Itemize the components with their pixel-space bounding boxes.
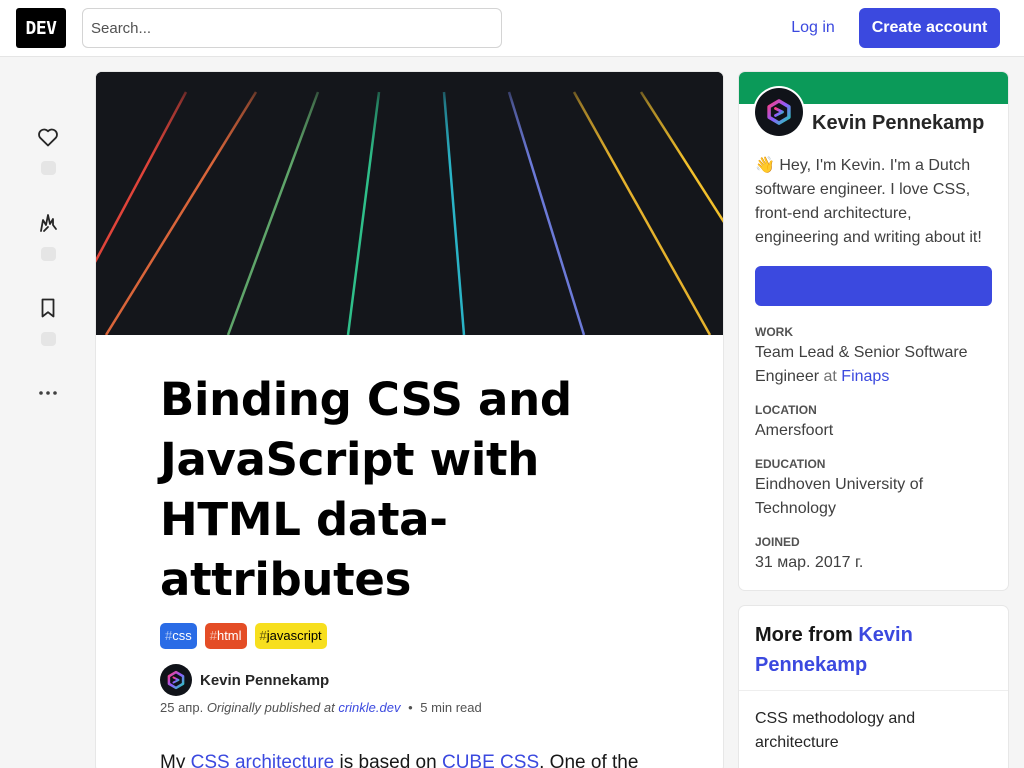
create-account-button[interactable]: Create account: [859, 8, 1000, 48]
education-value: Eindhoven University of Technology: [755, 476, 924, 517]
tag-javascript[interactable]: #javascript: [254, 623, 327, 649]
body-text: . One of the: [539, 752, 639, 768]
more-from-card: More from Kevin Pennekamp CSS methodolog…: [739, 606, 1008, 768]
body-text: My: [160, 752, 191, 768]
article-title: Binding CSS and JavaScript with HTML dat…: [160, 373, 572, 606]
unicorn-reaction[interactable]: [30, 205, 66, 261]
tag-hash: #: [259, 628, 267, 643]
work-at: at: [823, 368, 837, 385]
follow-button[interactable]: [755, 266, 992, 306]
author-name[interactable]: Kevin Pennekamp: [200, 672, 329, 689]
originally-published-text: Originally published at: [206, 700, 335, 715]
top-header: DEV Log in Create account: [0, 0, 1024, 57]
css-architecture-link[interactable]: CSS architecture: [191, 752, 335, 768]
tag-hash: #: [209, 628, 217, 643]
tag-hash: #: [165, 628, 173, 643]
location-label: LOCATION: [755, 403, 817, 417]
cube-css-link[interactable]: CUBE CSS: [442, 752, 539, 768]
work-label: WORK: [755, 325, 793, 339]
more-from-heading: More from Kevin Pennekamp: [755, 620, 995, 680]
bookmark-icon[interactable]: [30, 290, 66, 326]
article-meta: 25 апр. Originally published at crinkle.…: [160, 700, 482, 715]
tag-css[interactable]: #css: [160, 623, 197, 649]
tag-label: html: [216, 628, 242, 643]
heart-icon[interactable]: [30, 119, 66, 155]
heart-reaction[interactable]: [30, 119, 66, 175]
search-input[interactable]: [82, 8, 502, 48]
company-link[interactable]: Finaps: [841, 368, 889, 385]
work-value: Team Lead & Senior Software Engineer at …: [755, 341, 995, 389]
tag-html[interactable]: #html: [204, 623, 247, 649]
profile-name[interactable]: Kevin Pennekamp: [812, 112, 984, 135]
joined-value: 31 мар. 2017 г.: [755, 554, 864, 571]
heart-count: [40, 161, 56, 175]
unicorn-count: [40, 247, 56, 261]
avatar[interactable]: [160, 664, 192, 696]
author-logo-icon: [167, 670, 185, 690]
education-label: EDUCATION: [755, 457, 826, 471]
joined-label: JOINED: [755, 535, 800, 549]
divider: [739, 690, 1008, 691]
cover-grid-graphic: [96, 72, 723, 336]
profile-avatar[interactable]: [755, 88, 803, 136]
dev-logo[interactable]: DEV: [16, 8, 66, 48]
author-profile-card: Kevin Pennekamp 👋 Hey, I'm Kevin. I'm a …: [739, 72, 1008, 590]
more-options[interactable]: [30, 375, 66, 411]
source-link[interactable]: crinkle.dev: [338, 700, 400, 715]
unicorn-icon[interactable]: [30, 205, 66, 241]
bookmark-reaction[interactable]: [30, 290, 66, 346]
article-body-paragraph: My CSS architecture is based on CUBE CSS…: [160, 752, 680, 768]
tag-list: #css #html #javascript: [160, 623, 327, 649]
author-row: Kevin Pennekamp: [160, 664, 329, 696]
cover-image: [96, 72, 723, 336]
body-text: is based on: [334, 752, 442, 768]
more-horizontal-icon[interactable]: [30, 375, 66, 411]
bookmark-count: [40, 332, 56, 346]
article-card: Binding CSS and JavaScript with HTML dat…: [96, 72, 723, 768]
more-from-prefix: More from: [755, 624, 853, 646]
tag-label: javascript: [266, 628, 322, 643]
profile-logo-icon: [767, 99, 791, 125]
profile-bio: 👋 Hey, I'm Kevin. I'm a Dutch software e…: [755, 157, 982, 246]
more-from-item[interactable]: CSS methodology and architecture: [755, 707, 995, 755]
read-time: 5 min read: [420, 700, 482, 715]
tag-label: css: [172, 628, 192, 643]
location-value: Amersfoort: [755, 422, 834, 439]
meta-separator: •: [408, 700, 413, 715]
login-link[interactable]: Log in: [779, 8, 847, 48]
publish-date: 25 апр.: [160, 700, 204, 715]
